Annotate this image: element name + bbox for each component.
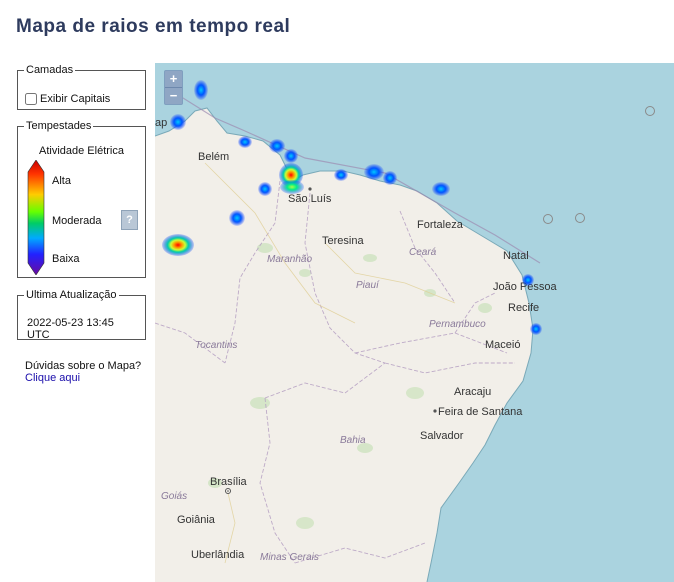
help-box: Dúvidas sobre o Mapa? Clique aqui [25, 360, 141, 384]
storm-cell [269, 139, 285, 153]
state-label-ceara: Ceará [409, 247, 437, 258]
storm-cell [530, 323, 542, 335]
zoom-out-button[interactable]: − [165, 87, 182, 104]
layers-legend: Camadas [26, 64, 74, 76]
storm-cell [280, 180, 304, 194]
state-label-minas-gerais: Minas Gerais [260, 552, 319, 563]
storm-cell [432, 182, 450, 196]
map-canvas[interactable]: ap Belém São Luís Teresina Fortaleza Nat… [155, 63, 674, 582]
state-label-tocantins: Tocantins [195, 340, 237, 351]
city-label-maceio: Maceió [485, 339, 520, 351]
zoom-control: + − [164, 70, 183, 105]
show-capitals-option[interactable]: Exibir Capitais [25, 93, 110, 105]
city-label-partial: ap [155, 117, 167, 129]
help-button[interactable]: ? [121, 210, 138, 230]
state-label-piaui: Piauí [356, 280, 380, 291]
show-capitals-checkbox[interactable] [25, 93, 37, 105]
page-title: Mapa de raios em tempo real [16, 16, 291, 37]
state-label-bahia: Bahia [340, 435, 366, 446]
state-label-goias: Goiás [161, 491, 187, 502]
storm-cell [194, 80, 208, 100]
storms-legend: Tempestades [26, 120, 92, 132]
scale-moderate-label: Moderada [52, 215, 102, 227]
city-label-feira-de-santana: Feira de Santana [438, 406, 523, 418]
city-label-salvador: Salvador [420, 430, 464, 442]
faded-strikes [543, 106, 655, 224]
city-label-goiania: Goiânia [177, 514, 216, 526]
city-label-brasilia: Brasília [210, 476, 248, 488]
help-link[interactable]: Clique aqui [25, 372, 141, 384]
activity-color-scale [27, 160, 45, 275]
scale-high-label: Alta [52, 175, 71, 187]
help-question: Dúvidas sobre o Mapa? [25, 360, 142, 372]
storm-cell [258, 182, 272, 196]
storms-panel: Tempestades Atividade Elétrica Alta Mode… [17, 120, 146, 278]
last-update-legend: Ultima Atualização [26, 289, 117, 301]
scale-low-label: Baixa [52, 253, 80, 265]
storm-cell [383, 171, 397, 185]
storm-cell [334, 169, 348, 181]
last-update-panel: Ultima Atualização 2022-05-23 13:45 UTC [17, 289, 146, 341]
show-capitals-label: Exibir Capitais [40, 93, 111, 105]
city-label-fortaleza: Fortaleza [417, 219, 464, 231]
city-label-natal: Natal [503, 250, 529, 262]
storm-cell [162, 234, 194, 256]
map-area[interactable]: ap Belém São Luís Teresina Fortaleza Nat… [155, 63, 674, 582]
state-label-maranhao: Maranhão [267, 254, 312, 265]
storm-cell [170, 114, 186, 130]
activity-scale-title: Atividade Elétrica [39, 145, 124, 157]
city-label-belem: Belém [198, 151, 229, 163]
storm-cell [364, 164, 384, 180]
city-label-recife: Recife [508, 302, 539, 314]
city-label-aracaju: Aracaju [454, 386, 491, 398]
state-label-pernambuco: Pernambuco [429, 319, 486, 330]
city-label-sao-luis: São Luís [288, 193, 332, 205]
city-label-uberlandia: Uberlândia [191, 549, 245, 561]
storm-cell [284, 149, 298, 163]
zoom-in-button[interactable]: + [165, 71, 182, 87]
city-label-teresina: Teresina [322, 235, 364, 247]
layers-panel: Camadas Exibir Capitais [17, 64, 146, 110]
last-update-value: 2022-05-23 13:45 UTC [27, 317, 114, 341]
storm-cell [238, 136, 252, 148]
storm-cell [522, 274, 534, 286]
storm-cell [229, 210, 245, 226]
